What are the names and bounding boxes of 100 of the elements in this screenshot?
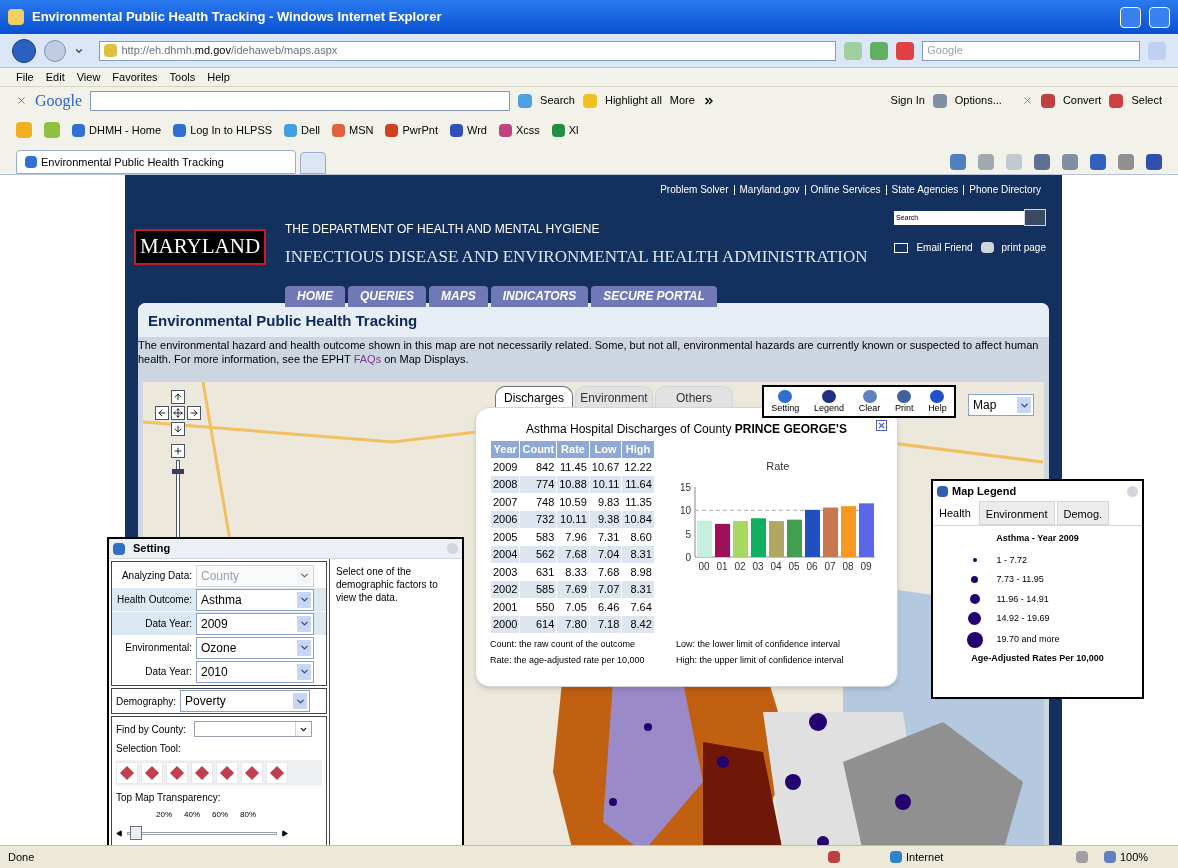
legend-label: 11.96 - 14.91: [996, 592, 1049, 606]
menu-item[interactable]: Edit: [45, 68, 65, 86]
y-tick-label: 5: [685, 528, 692, 540]
legend-label: 7.73 - 11.95: [996, 573, 1044, 586]
x-tick-label: 06: [806, 560, 818, 572]
county-dropdown[interactable]: [194, 721, 313, 737]
highlight-button[interactable]: Highlight all: [604, 92, 662, 109]
toolbar-search-field[interactable]: [90, 90, 511, 111]
favorite-link[interactable]: PwrPnt: [402, 121, 438, 139]
bar: [786, 519, 802, 557]
table-cell: 9.38: [589, 511, 622, 528]
table-cell: 10.84: [622, 511, 654, 528]
x-tick-label: 02: [734, 560, 746, 572]
bar: [804, 509, 820, 557]
popup-tab[interactable]: Others: [655, 386, 733, 408]
favorite-link[interactable]: Xl: [568, 121, 579, 139]
note-text: Count: the raw count of the outcome: [490, 637, 637, 651]
y-tick-label: 10: [679, 504, 692, 516]
menu-item[interactable]: File: [16, 68, 34, 86]
dropdown[interactable]: Asthma: [196, 588, 314, 611]
close-icon[interactable]: [1021, 95, 1033, 106]
legend-footer: Age-Adjusted Rates Per 10,000: [971, 651, 1104, 665]
minimize-button[interactable]: [1120, 6, 1141, 28]
close-button[interactable]: [876, 420, 887, 431]
dropdown[interactable]: 2010: [196, 660, 314, 683]
popup-tab[interactable]: Environment: [575, 386, 653, 408]
nav-tab[interactable]: INDICATORS: [490, 285, 589, 307]
pan-left-button[interactable]: [155, 406, 169, 420]
right-arrow-icon[interactable]: [281, 829, 288, 837]
pan-center-button[interactable]: [171, 406, 185, 420]
favorite-link[interactable]: MSN: [349, 121, 374, 139]
pan-down-button[interactable]: [171, 422, 185, 436]
legend-tab[interactable]: Demog.: [1056, 501, 1110, 525]
browser-tab[interactable]: Environmental Public Health Tracking: [16, 150, 296, 174]
nav-tab[interactable]: SECURE PORTAL: [591, 285, 717, 307]
pan-up-button[interactable]: [171, 390, 185, 404]
convert-button[interactable]: Convert: [1062, 92, 1102, 109]
favorite-link[interactable]: Xcss: [515, 121, 540, 139]
options-button[interactable]: Options...: [954, 92, 1002, 109]
table-cell: 7.18: [589, 616, 622, 633]
menu-item[interactable]: View: [76, 68, 101, 86]
x-tick-label: 03: [752, 560, 764, 572]
favorite-link[interactable]: Dell: [301, 121, 321, 139]
column-header: Rate: [557, 441, 589, 458]
favorite-link[interactable]: Wrd: [466, 121, 487, 139]
header-link[interactable]: Online Services: [804, 185, 886, 195]
column-header: High: [622, 441, 654, 458]
zoom-level[interactable]: 100%: [1120, 848, 1170, 866]
dropdown[interactable]: Map: [968, 394, 1034, 416]
nav-tab[interactable]: MAPS: [429, 285, 488, 307]
email-friend-link[interactable]: Email Friend: [916, 240, 973, 255]
bar: [822, 507, 838, 557]
left-arrow-icon[interactable]: [116, 829, 123, 837]
favorite-link[interactable]: Log In to HLPSS: [190, 121, 273, 139]
search-button[interactable]: Search: [540, 92, 575, 109]
back-button[interactable]: [12, 38, 36, 63]
slider-thumb[interactable]: [130, 826, 142, 840]
transparency-slider[interactable]: [127, 825, 277, 841]
table-cell: 2000: [491, 616, 520, 633]
toolbar-button[interactable]: Help: [928, 390, 947, 413]
header-link[interactable]: Maryland.gov: [733, 185, 805, 195]
header-link[interactable]: Phone Directory: [963, 185, 1046, 195]
maryland-logo[interactable]: MARYLAND: [133, 229, 267, 265]
zoom-thumb[interactable]: [172, 468, 184, 474]
dropdown[interactable]: 2009: [196, 612, 314, 635]
favorite-link[interactable]: DHMH - Home: [89, 121, 162, 139]
popup-tab[interactable]: Discharges: [495, 386, 573, 408]
x-tick-label: 04: [770, 560, 782, 572]
sign-in-link[interactable]: Sign In: [890, 92, 925, 109]
zoom-in-button[interactable]: [171, 444, 185, 458]
header-link[interactable]: State Agencies: [885, 185, 964, 195]
menu-item[interactable]: Favorites: [112, 68, 158, 86]
rate-dot: [785, 774, 801, 790]
rate-dot: [644, 723, 652, 731]
header-link[interactable]: Problem Solver: [655, 185, 734, 195]
dropdown[interactable]: Ozone: [196, 636, 314, 659]
y-tick-label: 0: [685, 551, 692, 563]
forward-button[interactable]: [43, 39, 66, 62]
toolbar-button[interactable]: Print: [894, 390, 914, 413]
select-button[interactable]: Select: [1131, 92, 1162, 109]
page-title: Environmental Public Health Tracking: [148, 312, 418, 329]
restore-button[interactable]: [1149, 6, 1170, 28]
toolbar-button[interactable]: Clear: [858, 390, 881, 413]
menu-item[interactable]: Tools: [169, 68, 196, 86]
faq-link[interactable]: FAQs: [353, 353, 382, 365]
nav-tab[interactable]: QUERIES: [348, 285, 426, 307]
print-page-link[interactable]: print page: [1001, 240, 1046, 255]
nav-tab[interactable]: HOME: [285, 285, 345, 307]
bar: [750, 517, 766, 557]
dropdown[interactable]: Poverty: [180, 690, 311, 712]
more-button[interactable]: More: [669, 92, 695, 109]
pan-right-button[interactable]: [187, 406, 201, 420]
legend-tab[interactable]: Environment: [978, 501, 1055, 525]
address-field[interactable]: http://eh.dhmh.md.gov/idehaweb/maps.aspx: [99, 40, 837, 61]
toolbar-button[interactable]: Setting: [771, 390, 800, 413]
bar: [858, 502, 874, 557]
close-icon[interactable]: [16, 95, 27, 106]
toolbar-button[interactable]: Legend: [814, 390, 845, 413]
menu-item[interactable]: Help: [207, 68, 230, 86]
table-cell: 11.64: [622, 476, 654, 493]
